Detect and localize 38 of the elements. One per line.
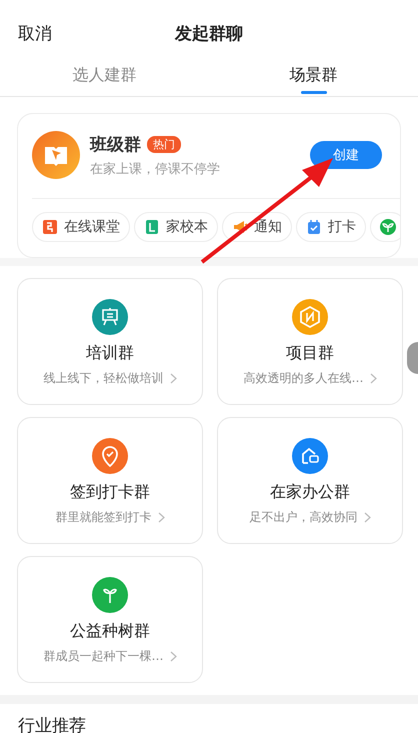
scene-card[interactable]: 在家办公群 足不出户，高效协同: [217, 417, 403, 544]
sprout-icon: [380, 219, 396, 235]
chevron-icon: [370, 373, 376, 384]
scene-description: 足不出户，高效协同: [250, 509, 358, 526]
scene-description: 线上线下，轻松做培训: [44, 370, 164, 387]
cancel-button[interactable]: 取消: [18, 22, 52, 44]
scene-description: 高效透明的多人在线…: [244, 370, 364, 387]
scene-card[interactable]: 项目群 高效透明的多人在线…: [217, 278, 403, 405]
tab[interactable]: 选人建群: [0, 54, 209, 96]
tool-chip[interactable]: 打卡: [296, 212, 366, 242]
calendar-icon: [306, 219, 322, 235]
tool-chip[interactable]: [370, 212, 400, 242]
scene-name: 签到打卡群: [70, 482, 150, 503]
scene-name: 培训群: [86, 343, 134, 364]
hot-badge: 热门: [147, 136, 181, 152]
scene-name: 在家办公群: [270, 482, 350, 503]
chevron-icon: [170, 373, 176, 384]
tool-chip[interactable]: 通知: [222, 212, 292, 242]
create-button[interactable]: 创建: [310, 141, 382, 169]
tool-chip[interactable]: 在线课堂: [32, 212, 130, 242]
tool-chip[interactable]: 家校本: [134, 212, 218, 242]
group-subtitle: 在家上课，停课不停学: [90, 160, 221, 178]
scene-description: 群成员一起种下一棵…: [44, 648, 164, 665]
chevron-icon: [158, 512, 164, 523]
scene-name: 项目群: [286, 343, 334, 364]
scene-name: 公益种树群: [70, 621, 150, 642]
page-title: 发起群聊: [175, 24, 243, 44]
scene-card[interactable]: 公益种树群 群成员一起种下一棵…: [17, 556, 203, 683]
chevron-icon: [170, 651, 176, 662]
group-name: 班级群: [90, 134, 141, 156]
megaphone-icon: [232, 219, 248, 235]
tab[interactable]: 场景群: [209, 54, 418, 96]
chevron-icon: [364, 512, 370, 523]
book-avatar-icon: [32, 131, 80, 179]
scene-description: 群里就能签到打卡: [56, 509, 152, 526]
floating-button[interactable]: [407, 342, 418, 374]
scene-card[interactable]: 签到打卡群 群里就能签到打卡: [17, 417, 203, 544]
scene-card[interactable]: 培训群 线上线下，轻松做培训: [17, 278, 203, 405]
